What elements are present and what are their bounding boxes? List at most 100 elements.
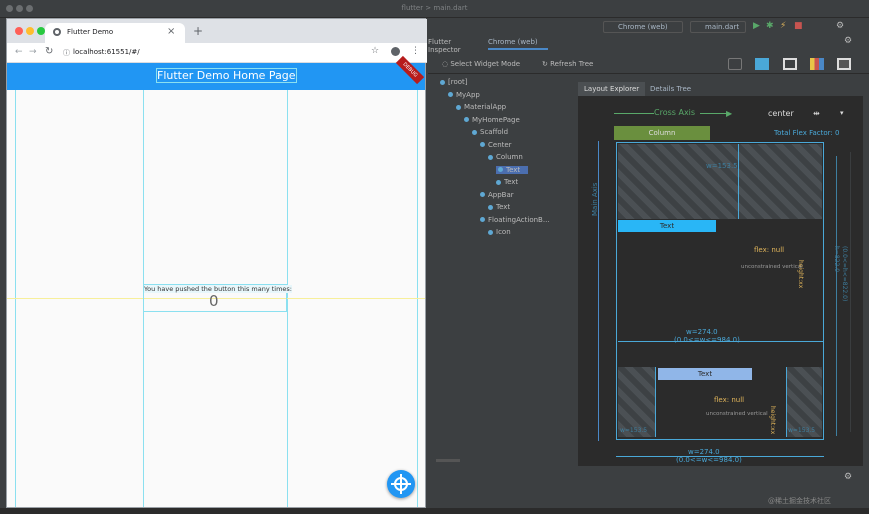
close-dot-icon[interactable] bbox=[15, 27, 23, 35]
free-space-top-right bbox=[738, 144, 822, 219]
ide-title: flutter > main.dart bbox=[401, 4, 468, 12]
tab-flutter-inspector[interactable]: Flutter Inspector bbox=[428, 38, 482, 54]
tree-node[interactable]: Scaffold bbox=[472, 128, 508, 136]
tree-node[interactable]: [root] bbox=[440, 78, 468, 86]
menu-kebab-icon[interactable]: ⋮ bbox=[411, 46, 420, 56]
run-config-label: main.dart bbox=[705, 23, 740, 31]
tree-node[interactable]: Icon bbox=[488, 228, 511, 236]
tree-node-label: MyApp bbox=[456, 90, 480, 99]
w-right-label: w=153.5 bbox=[788, 427, 816, 434]
debug-paint-icon[interactable] bbox=[755, 58, 769, 70]
select-widget-mode-button[interactable]: ◌ Select Widget Mode bbox=[442, 60, 520, 68]
tree-node-label: Column bbox=[496, 153, 523, 161]
scrollbar-track[interactable] bbox=[850, 152, 851, 432]
bookmark-star-icon[interactable]: ☆ bbox=[371, 46, 379, 56]
invert-images-icon[interactable] bbox=[837, 58, 851, 70]
widget-dot-icon bbox=[440, 79, 445, 85]
new-tab-icon[interactable]: + bbox=[193, 24, 203, 38]
w-bottom-sub-label: (0.0<=w<=984.0) bbox=[676, 456, 742, 464]
text-widget-2-label: Text bbox=[697, 370, 713, 378]
address-bar[interactable]: localhost:61551/#/ bbox=[73, 48, 140, 56]
tree-node[interactable]: Text bbox=[496, 178, 518, 186]
w-mid-label: w=274.0 bbox=[686, 328, 718, 336]
increment-fab-button[interactable] bbox=[387, 470, 415, 498]
device-selector[interactable]: Chrome (web) bbox=[603, 21, 683, 33]
browser-toolbar: ← → ↻ ⓘ localhost:61551/#/ ☆ ⋮ bbox=[7, 43, 427, 63]
widget-tree: [root] MyApp MaterialApp MyHomePage Scaffold… bbox=[428, 76, 573, 466]
widget-dot-icon bbox=[480, 142, 485, 147]
flex-null-2[interactable]: flex: null bbox=[714, 396, 744, 404]
widget-dot-icon bbox=[496, 179, 501, 185]
profile-avatar-icon[interactable] bbox=[391, 47, 400, 56]
w-mid-sub-label: (0.0<=w<=984.0) bbox=[674, 336, 740, 344]
browser-tab[interactable]: Flutter Demo × bbox=[45, 23, 185, 43]
tree-node[interactable]: MyApp bbox=[448, 91, 480, 99]
widget-dot-icon bbox=[488, 154, 493, 160]
chevron-down-icon[interactable]: ▾ bbox=[840, 109, 844, 117]
widget-dot-icon bbox=[464, 117, 469, 122]
reload-icon[interactable]: ↻ bbox=[45, 46, 53, 57]
arrow-right-icon: ▶ bbox=[726, 109, 733, 118]
repaint-rainbow-icon[interactable] bbox=[810, 58, 824, 70]
widget-dot-icon bbox=[480, 192, 485, 197]
tree-node[interactable]: MaterialApp bbox=[456, 103, 506, 111]
tree-node[interactable]: Text bbox=[496, 165, 529, 174]
slow-animations-icon[interactable] bbox=[728, 58, 742, 70]
chrome-favicon-icon bbox=[53, 28, 61, 36]
tab-layout-explorer[interactable]: Layout Explorer bbox=[578, 82, 646, 96]
browser-tab-strip: Flutter Demo × + bbox=[7, 19, 427, 43]
app-bar-title: Flutter Demo Home Page bbox=[156, 68, 297, 83]
widget-dot-icon bbox=[448, 92, 453, 97]
stop-icon[interactable]: ■ bbox=[794, 21, 803, 31]
flex-null-1[interactable]: flex: null bbox=[754, 246, 784, 254]
tree-node[interactable]: MyHomePage bbox=[464, 116, 520, 124]
h-right-label: h=822.0 bbox=[833, 246, 840, 273]
tree-node[interactable]: FloatingActionB... bbox=[480, 216, 550, 224]
flutter-app-bar: Flutter Demo Home Page bbox=[7, 63, 425, 90]
back-icon[interactable]: ← bbox=[15, 47, 23, 57]
cross-axis-alignment-value[interactable]: center bbox=[768, 109, 794, 118]
tab-chrome-web[interactable]: Chrome (web) bbox=[488, 38, 548, 50]
gear-icon[interactable]: ⚙ bbox=[844, 36, 852, 46]
tab-close-icon[interactable]: × bbox=[167, 26, 175, 37]
tree-node[interactable]: AppBar bbox=[480, 191, 514, 199]
tree-node-label: Icon bbox=[496, 228, 511, 236]
unconstrained-2: unconstrained vertical bbox=[706, 411, 768, 417]
tree-node[interactable]: Text bbox=[488, 203, 510, 211]
w-left-label: w=153.5 bbox=[620, 427, 648, 434]
widget-dot-icon bbox=[480, 217, 485, 222]
tree-node-label: AppBar bbox=[488, 190, 514, 199]
tree-node[interactable]: Center bbox=[480, 141, 512, 149]
unconstrained-1: unconstrained vertical bbox=[741, 264, 803, 270]
cross-axis-label: Cross Axis bbox=[654, 108, 696, 117]
horizontal-scrollbar[interactable] bbox=[436, 459, 460, 462]
widget-dot-icon bbox=[488, 204, 493, 210]
watermark: @稀土掘金技术社区 bbox=[768, 497, 831, 505]
run-config-selector[interactable]: main.dart bbox=[690, 21, 746, 33]
paint-baselines-icon[interactable] bbox=[783, 58, 797, 70]
align-center-icon[interactable]: ⇹ bbox=[813, 109, 820, 118]
minimize-dot-icon[interactable] bbox=[26, 27, 34, 35]
debug-icon[interactable]: ✱ bbox=[766, 21, 774, 31]
text-widget-2[interactable]: Text bbox=[658, 368, 752, 380]
tab-details-tree[interactable]: Details Tree bbox=[650, 85, 691, 93]
gear-icon[interactable]: ⚙ bbox=[844, 472, 852, 482]
status-bar bbox=[0, 508, 869, 514]
run-icon[interactable]: ▶ bbox=[753, 21, 760, 31]
top-size-label: w=153.5 bbox=[706, 162, 738, 170]
layout-explorer-canvas: Cross Axis ▶ center ⇹ ▾ Column Total Fle… bbox=[578, 96, 863, 466]
cross-axis-line bbox=[700, 113, 728, 114]
text-widget-1[interactable]: Text bbox=[618, 220, 716, 232]
forward-icon[interactable]: → bbox=[29, 47, 37, 57]
h-right-sub-label: (0.0<=h<=822.0) bbox=[841, 246, 848, 302]
info-icon: ⓘ bbox=[63, 49, 70, 57]
hot-reload-icon[interactable]: ⚡ bbox=[780, 21, 786, 31]
tree-node-label: Center bbox=[488, 140, 512, 149]
tree-node-label: MyHomePage bbox=[472, 115, 520, 124]
refresh-tree-label: Refresh Tree bbox=[550, 60, 594, 68]
refresh-tree-button[interactable]: ↻ Refresh Tree bbox=[542, 60, 593, 68]
tree-node[interactable]: Column bbox=[488, 153, 523, 161]
settings-icon[interactable]: ⚙ bbox=[836, 21, 844, 31]
widget-dot-icon bbox=[456, 104, 461, 110]
zoom-dot-icon[interactable] bbox=[37, 27, 45, 35]
